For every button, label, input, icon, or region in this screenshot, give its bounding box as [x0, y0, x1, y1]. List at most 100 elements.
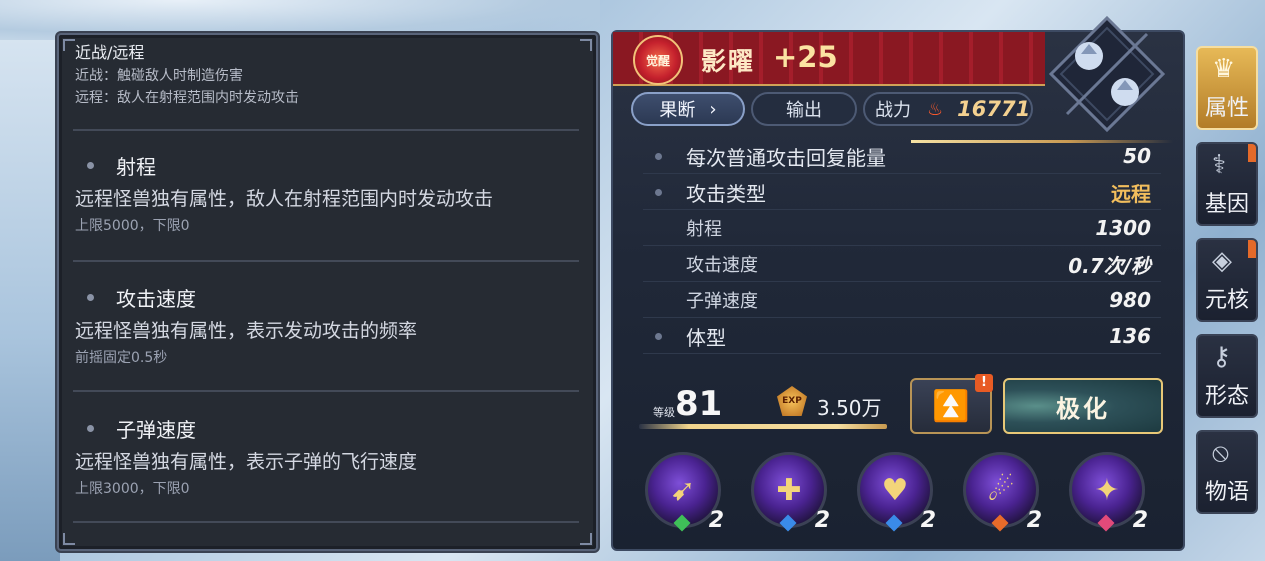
panel-corner	[63, 533, 75, 545]
ranged-description: 远程：敌人在射程范围内时发动攻击	[75, 90, 299, 106]
stat-row: 体型 136	[635, 318, 1165, 354]
story-icon: ⦸	[1212, 438, 1229, 468]
stat-row: 子弹速度 980	[635, 282, 1165, 318]
awakened-badge: 觉醒	[633, 35, 683, 85]
alert-badge: !	[975, 374, 993, 392]
tab-decisive[interactable]: 果断 ›	[631, 92, 745, 126]
stat-value: 980	[1109, 288, 1151, 312]
bullet-speed-section: 子弹速度 远程怪兽独有属性，表示子弹的飞行速度 上限3000，下限0	[75, 410, 585, 500]
level-block: 等级 81 EXP 3.50万	[639, 382, 889, 430]
fire-icon: ♨	[927, 98, 944, 120]
divider	[73, 521, 579, 523]
section-description: 远程怪兽独有属性，表示发动攻击的频率	[75, 320, 418, 342]
bullet-icon	[655, 332, 662, 340]
stat-row: 攻击类型 远程	[635, 174, 1165, 210]
section-title: 攻击速度	[116, 286, 196, 311]
skill-level: 2	[708, 508, 724, 533]
section-description: 远程怪兽独有属性，表示子弹的飞行速度	[75, 451, 418, 473]
core-icon: ◈	[1212, 246, 1232, 276]
stat-row: 射程 1300	[635, 210, 1165, 246]
tab-gene[interactable]: ⚕ 基因	[1196, 142, 1258, 226]
tab-label: 果断	[659, 100, 696, 121]
cross-skill-icon[interactable]: ✚ 2	[751, 452, 830, 533]
polarize-button[interactable]: 极化	[1003, 378, 1163, 434]
melee-description: 近战：触碰敌人时制造伤害	[75, 68, 243, 84]
panel-corner	[580, 533, 592, 545]
gem-icon	[779, 514, 797, 532]
attack-speed-section: 攻击速度 远程怪兽独有属性，表示发动攻击的频率 前摇固定0.5秒	[75, 279, 585, 369]
stat-label: 体型	[686, 325, 726, 350]
wolf-skill-icon[interactable]: ✦ 2	[1069, 452, 1148, 533]
range-section: 射程 远程怪兽独有属性，敌人在射程范围内时发动攻击 上限5000，下限0	[75, 147, 585, 237]
stat-tabs: 果断 › 输出 战力 ♨ 16771	[631, 92, 1033, 128]
stat-label: 攻击速度	[686, 255, 758, 276]
stat-value: 0.7次/秒	[1068, 253, 1151, 278]
stat-label: 攻击类型	[686, 181, 766, 206]
stat-row: 每次普通攻击回复能量 50	[635, 138, 1165, 174]
stat-row: 攻击速度 0.7次/秒	[635, 246, 1165, 282]
arrow-skill-icon[interactable]: ➹ 2	[645, 452, 724, 533]
character-emblem-icon[interactable]	[1047, 14, 1167, 134]
side-tab-label: 形态	[1204, 384, 1249, 409]
stat-label: 子弹速度	[686, 291, 758, 312]
skill-level: 2	[1132, 508, 1148, 533]
section-note: 上限5000，下限0	[75, 218, 190, 234]
tab-form[interactable]: ⚷ 形态	[1196, 334, 1258, 418]
divider	[73, 390, 579, 392]
bullet-icon	[87, 161, 94, 169]
background-left	[0, 0, 60, 561]
exp-value: 3.50万	[817, 396, 882, 420]
stat-value: 136	[1109, 324, 1151, 348]
bullet-icon	[87, 293, 94, 301]
bullet-icon	[655, 152, 662, 160]
character-name: 影曜	[701, 47, 756, 76]
section-note: 上限3000，下限0	[75, 481, 190, 497]
skill-level: 2	[920, 508, 936, 533]
power-value: 16771	[957, 97, 1031, 121]
tab-story[interactable]: ⦸ 物语	[1196, 430, 1258, 514]
gene-icon: ⚕	[1212, 150, 1227, 180]
melee-ranged-title: 近战/远程	[75, 43, 145, 62]
side-tab-label: 元核	[1204, 288, 1249, 313]
stat-list[interactable]: 每次普通攻击回复能量 50 攻击类型 远程 射程 1300 攻击速度 0.7次/…	[635, 138, 1165, 354]
heart-skill-icon[interactable]: ♥ 2	[857, 452, 936, 533]
section-note: 前摇固定0.5秒	[75, 350, 168, 366]
stat-label: 射程	[686, 219, 722, 240]
gem-icon	[991, 514, 1009, 532]
level-value: 81	[675, 384, 723, 424]
ghost-skill-icon[interactable]: ☄ 2	[963, 452, 1042, 533]
bullet-icon	[87, 424, 94, 432]
side-tab-label: 属性	[1204, 96, 1249, 121]
tab-attribute[interactable]: ♛ 属性	[1196, 46, 1258, 130]
attribute-info-panel: 近战/远程 近战：触碰敌人时制造伤害 远程：敌人在射程范围内时发动攻击 射程 远…	[57, 33, 598, 551]
tab-flag	[1248, 240, 1256, 258]
power-label: 战力	[875, 100, 911, 121]
side-tab-label: 基因	[1204, 192, 1249, 217]
divider	[73, 260, 579, 262]
stat-value: 远程	[1111, 181, 1151, 206]
tab-flag	[1248, 144, 1256, 162]
melee-ranged-block: 近战/远程 近战：触碰敌人时制造伤害 远程：敌人在射程范围内时发动攻击	[75, 41, 580, 109]
side-tab-strip: ♛ 属性 ⚕ 基因 ◈ 元核 ⚷ 形态 ⦸ 物语	[1188, 46, 1265, 561]
double-arrow-up-icon: ⏫	[932, 388, 970, 424]
section-title: 子弹速度	[116, 417, 196, 442]
combat-power: 战力 ♨ 16771	[863, 92, 1033, 126]
panel-corner	[63, 39, 75, 51]
skill-level: 2	[1026, 508, 1042, 533]
gem-icon	[1097, 514, 1115, 532]
form-icon: ⚷	[1212, 342, 1232, 372]
bullet-icon	[655, 188, 662, 196]
skill-level: 2	[814, 508, 830, 533]
section-title: 射程	[116, 154, 156, 179]
chevron-right-icon: ›	[709, 98, 717, 120]
skill-row: ➹ 2 ✚ 2 ♥ 2 ☄ 2 ✦ 2	[645, 452, 1148, 533]
tab-core[interactable]: ◈ 元核	[1196, 238, 1258, 322]
attribute-icon: ♛	[1212, 54, 1236, 84]
tab-output[interactable]: 输出	[751, 92, 857, 126]
character-panel: 觉醒 影曜 +25 果断 › 输出 战力 ♨ 16771 每次普通攻击回复能量 …	[611, 15, 1185, 551]
enhance-level: +25	[773, 40, 838, 74]
stat-value: 1300	[1095, 216, 1151, 240]
tab-label: 输出	[786, 100, 822, 121]
stat-label: 每次普通攻击回复能量	[686, 145, 886, 170]
level-progress-bar	[639, 424, 887, 429]
